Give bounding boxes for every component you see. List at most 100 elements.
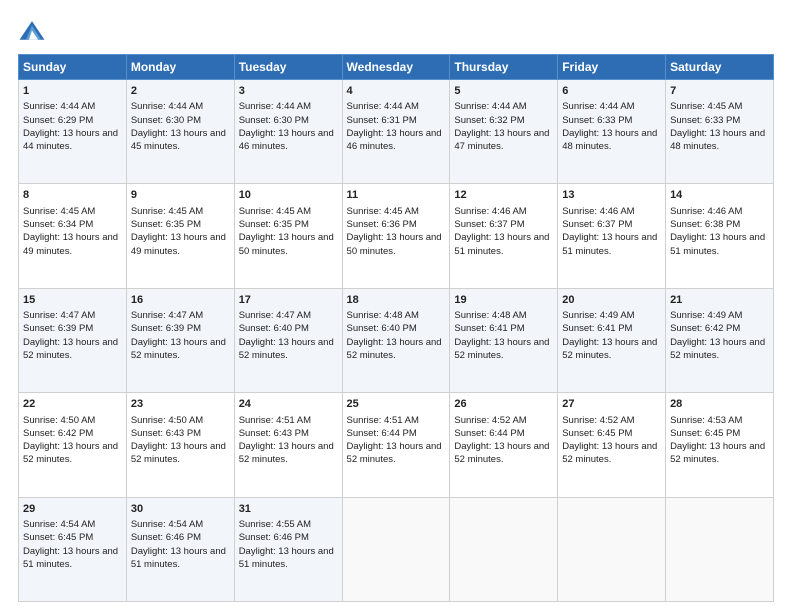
- calendar-cell: 23 Sunrise: 4:50 AM Sunset: 6:43 PM Dayl…: [126, 393, 234, 497]
- calendar-cell: 31 Sunrise: 4:55 AM Sunset: 6:46 PM Dayl…: [234, 497, 342, 601]
- calendar-cell: 13 Sunrise: 4:46 AM Sunset: 6:37 PM Dayl…: [558, 184, 666, 288]
- day-number: 2: [131, 84, 230, 99]
- sunrise-label: Sunrise: 4:44 AM: [562, 101, 634, 112]
- calendar-week-row: 8 Sunrise: 4:45 AM Sunset: 6:34 PM Dayli…: [19, 184, 774, 288]
- sunrise-label: Sunrise: 4:44 AM: [454, 101, 526, 112]
- sunset-label: Sunset: 6:44 PM: [347, 428, 417, 439]
- daylight-label: Daylight: 13 hours and 52 minutes.: [131, 441, 226, 465]
- daylight-label: Daylight: 13 hours and 52 minutes.: [131, 337, 226, 361]
- sunrise-label: Sunrise: 4:46 AM: [454, 206, 526, 217]
- calendar-week-row: 15 Sunrise: 4:47 AM Sunset: 6:39 PM Dayl…: [19, 288, 774, 392]
- calendar-cell: 20 Sunrise: 4:49 AM Sunset: 6:41 PM Dayl…: [558, 288, 666, 392]
- calendar-cell: [558, 497, 666, 601]
- sunset-label: Sunset: 6:44 PM: [454, 428, 524, 439]
- sunset-label: Sunset: 6:39 PM: [131, 323, 201, 334]
- daylight-label: Daylight: 13 hours and 52 minutes.: [347, 441, 442, 465]
- calendar-cell: 17 Sunrise: 4:47 AM Sunset: 6:40 PM Dayl…: [234, 288, 342, 392]
- daylight-label: Daylight: 13 hours and 52 minutes.: [347, 337, 442, 361]
- sunrise-label: Sunrise: 4:44 AM: [239, 101, 311, 112]
- sunset-label: Sunset: 6:43 PM: [131, 428, 201, 439]
- calendar-cell: 18 Sunrise: 4:48 AM Sunset: 6:40 PM Dayl…: [342, 288, 450, 392]
- day-number: 14: [670, 188, 769, 203]
- daylight-label: Daylight: 13 hours and 50 minutes.: [347, 232, 442, 256]
- sunrise-label: Sunrise: 4:46 AM: [670, 206, 742, 217]
- sunrise-label: Sunrise: 4:51 AM: [347, 415, 419, 426]
- calendar-cell: 26 Sunrise: 4:52 AM Sunset: 6:44 PM Dayl…: [450, 393, 558, 497]
- sunset-label: Sunset: 6:30 PM: [131, 115, 201, 126]
- sunset-label: Sunset: 6:34 PM: [23, 219, 93, 230]
- sunset-label: Sunset: 6:46 PM: [239, 532, 309, 543]
- sunset-label: Sunset: 6:32 PM: [454, 115, 524, 126]
- daylight-label: Daylight: 13 hours and 52 minutes.: [562, 441, 657, 465]
- sunrise-label: Sunrise: 4:47 AM: [239, 310, 311, 321]
- header-cell-friday: Friday: [558, 55, 666, 80]
- day-number: 20: [562, 293, 661, 308]
- day-number: 17: [239, 293, 338, 308]
- sunset-label: Sunset: 6:41 PM: [454, 323, 524, 334]
- calendar-cell: 15 Sunrise: 4:47 AM Sunset: 6:39 PM Dayl…: [19, 288, 127, 392]
- calendar-cell: 16 Sunrise: 4:47 AM Sunset: 6:39 PM Dayl…: [126, 288, 234, 392]
- calendar-cell: 27 Sunrise: 4:52 AM Sunset: 6:45 PM Dayl…: [558, 393, 666, 497]
- calendar-cell: 25 Sunrise: 4:51 AM Sunset: 6:44 PM Dayl…: [342, 393, 450, 497]
- sunrise-label: Sunrise: 4:47 AM: [131, 310, 203, 321]
- calendar-cell: 1 Sunrise: 4:44 AM Sunset: 6:29 PM Dayli…: [19, 80, 127, 184]
- calendar-cell: 8 Sunrise: 4:45 AM Sunset: 6:34 PM Dayli…: [19, 184, 127, 288]
- calendar-cell: 4 Sunrise: 4:44 AM Sunset: 6:31 PM Dayli…: [342, 80, 450, 184]
- sunset-label: Sunset: 6:40 PM: [347, 323, 417, 334]
- daylight-label: Daylight: 13 hours and 51 minutes.: [131, 546, 226, 570]
- sunset-label: Sunset: 6:40 PM: [239, 323, 309, 334]
- sunset-label: Sunset: 6:33 PM: [670, 115, 740, 126]
- sunrise-label: Sunrise: 4:45 AM: [670, 101, 742, 112]
- sunrise-label: Sunrise: 4:44 AM: [347, 101, 419, 112]
- calendar-cell: 24 Sunrise: 4:51 AM Sunset: 6:43 PM Dayl…: [234, 393, 342, 497]
- sunrise-label: Sunrise: 4:50 AM: [131, 415, 203, 426]
- calendar-cell: 29 Sunrise: 4:54 AM Sunset: 6:45 PM Dayl…: [19, 497, 127, 601]
- daylight-label: Daylight: 13 hours and 52 minutes.: [454, 441, 549, 465]
- sunrise-label: Sunrise: 4:52 AM: [562, 415, 634, 426]
- day-number: 1: [23, 84, 122, 99]
- calendar-week-row: 29 Sunrise: 4:54 AM Sunset: 6:45 PM Dayl…: [19, 497, 774, 601]
- daylight-label: Daylight: 13 hours and 52 minutes.: [670, 441, 765, 465]
- sunrise-label: Sunrise: 4:49 AM: [562, 310, 634, 321]
- sunrise-label: Sunrise: 4:53 AM: [670, 415, 742, 426]
- daylight-label: Daylight: 13 hours and 52 minutes.: [670, 337, 765, 361]
- sunrise-label: Sunrise: 4:45 AM: [23, 206, 95, 217]
- sunrise-label: Sunrise: 4:45 AM: [239, 206, 311, 217]
- daylight-label: Daylight: 13 hours and 52 minutes.: [239, 337, 334, 361]
- sunset-label: Sunset: 6:45 PM: [670, 428, 740, 439]
- sunset-label: Sunset: 6:31 PM: [347, 115, 417, 126]
- header-cell-monday: Monday: [126, 55, 234, 80]
- sunset-label: Sunset: 6:43 PM: [239, 428, 309, 439]
- sunrise-label: Sunrise: 4:51 AM: [239, 415, 311, 426]
- calendar-cell: 14 Sunrise: 4:46 AM Sunset: 6:38 PM Dayl…: [666, 184, 774, 288]
- day-number: 27: [562, 397, 661, 412]
- calendar-cell: [666, 497, 774, 601]
- daylight-label: Daylight: 13 hours and 48 minutes.: [562, 128, 657, 152]
- calendar-header-row: SundayMondayTuesdayWednesdayThursdayFrid…: [19, 55, 774, 80]
- calendar-week-row: 1 Sunrise: 4:44 AM Sunset: 6:29 PM Dayli…: [19, 80, 774, 184]
- sunrise-label: Sunrise: 4:44 AM: [23, 101, 95, 112]
- sunset-label: Sunset: 6:45 PM: [23, 532, 93, 543]
- sunset-label: Sunset: 6:41 PM: [562, 323, 632, 334]
- calendar-cell: [342, 497, 450, 601]
- sunset-label: Sunset: 6:42 PM: [670, 323, 740, 334]
- calendar-week-row: 22 Sunrise: 4:50 AM Sunset: 6:42 PM Dayl…: [19, 393, 774, 497]
- daylight-label: Daylight: 13 hours and 48 minutes.: [670, 128, 765, 152]
- day-number: 31: [239, 502, 338, 517]
- daylight-label: Daylight: 13 hours and 47 minutes.: [454, 128, 549, 152]
- sunrise-label: Sunrise: 4:45 AM: [131, 206, 203, 217]
- sunset-label: Sunset: 6:37 PM: [454, 219, 524, 230]
- sunrise-label: Sunrise: 4:52 AM: [454, 415, 526, 426]
- calendar-table: SundayMondayTuesdayWednesdayThursdayFrid…: [18, 54, 774, 602]
- sunset-label: Sunset: 6:38 PM: [670, 219, 740, 230]
- day-number: 28: [670, 397, 769, 412]
- day-number: 15: [23, 293, 122, 308]
- sunrise-label: Sunrise: 4:49 AM: [670, 310, 742, 321]
- sunset-label: Sunset: 6:33 PM: [562, 115, 632, 126]
- day-number: 4: [347, 84, 446, 99]
- daylight-label: Daylight: 13 hours and 52 minutes.: [239, 441, 334, 465]
- header-cell-saturday: Saturday: [666, 55, 774, 80]
- daylight-label: Daylight: 13 hours and 50 minutes.: [239, 232, 334, 256]
- day-number: 23: [131, 397, 230, 412]
- sunrise-label: Sunrise: 4:47 AM: [23, 310, 95, 321]
